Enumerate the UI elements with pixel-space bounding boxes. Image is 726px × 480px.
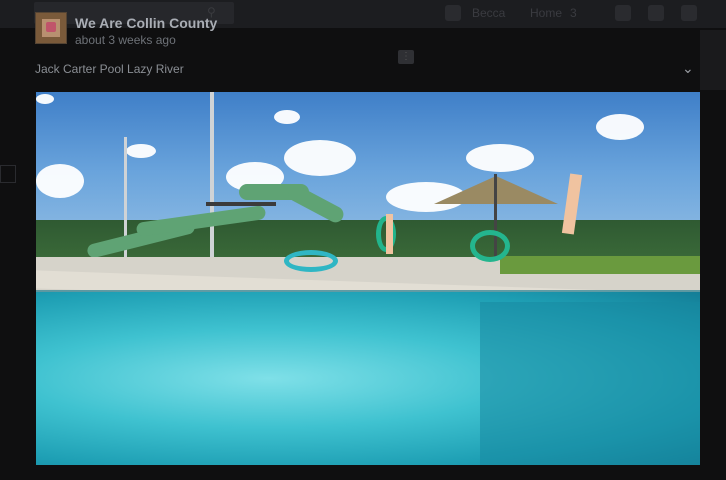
video-player[interactable] <box>36 92 700 465</box>
chevron-down-icon[interactable]: ⌄ <box>682 60 694 77</box>
messages-icon[interactable] <box>648 5 664 21</box>
home-count-badge: 3 <box>570 6 577 20</box>
profile-avatar-icon[interactable] <box>445 5 461 21</box>
page-avatar[interactable] <box>35 12 67 44</box>
page-name-link[interactable]: We Are Collin County <box>75 15 217 31</box>
sidebar-checkbox <box>0 165 16 183</box>
right-panel <box>700 30 726 90</box>
notifications-icon[interactable] <box>681 5 697 21</box>
profile-link[interactable]: Becca <box>472 6 505 20</box>
more-options-icon[interactable]: ⋮ <box>398 50 414 64</box>
post-caption: Jack Carter Pool Lazy River <box>35 62 184 76</box>
post-timestamp[interactable]: about 3 weeks ago <box>75 33 176 47</box>
friends-icon[interactable] <box>615 5 631 21</box>
home-link[interactable]: Home <box>530 6 562 20</box>
texas-map-icon <box>46 22 56 32</box>
